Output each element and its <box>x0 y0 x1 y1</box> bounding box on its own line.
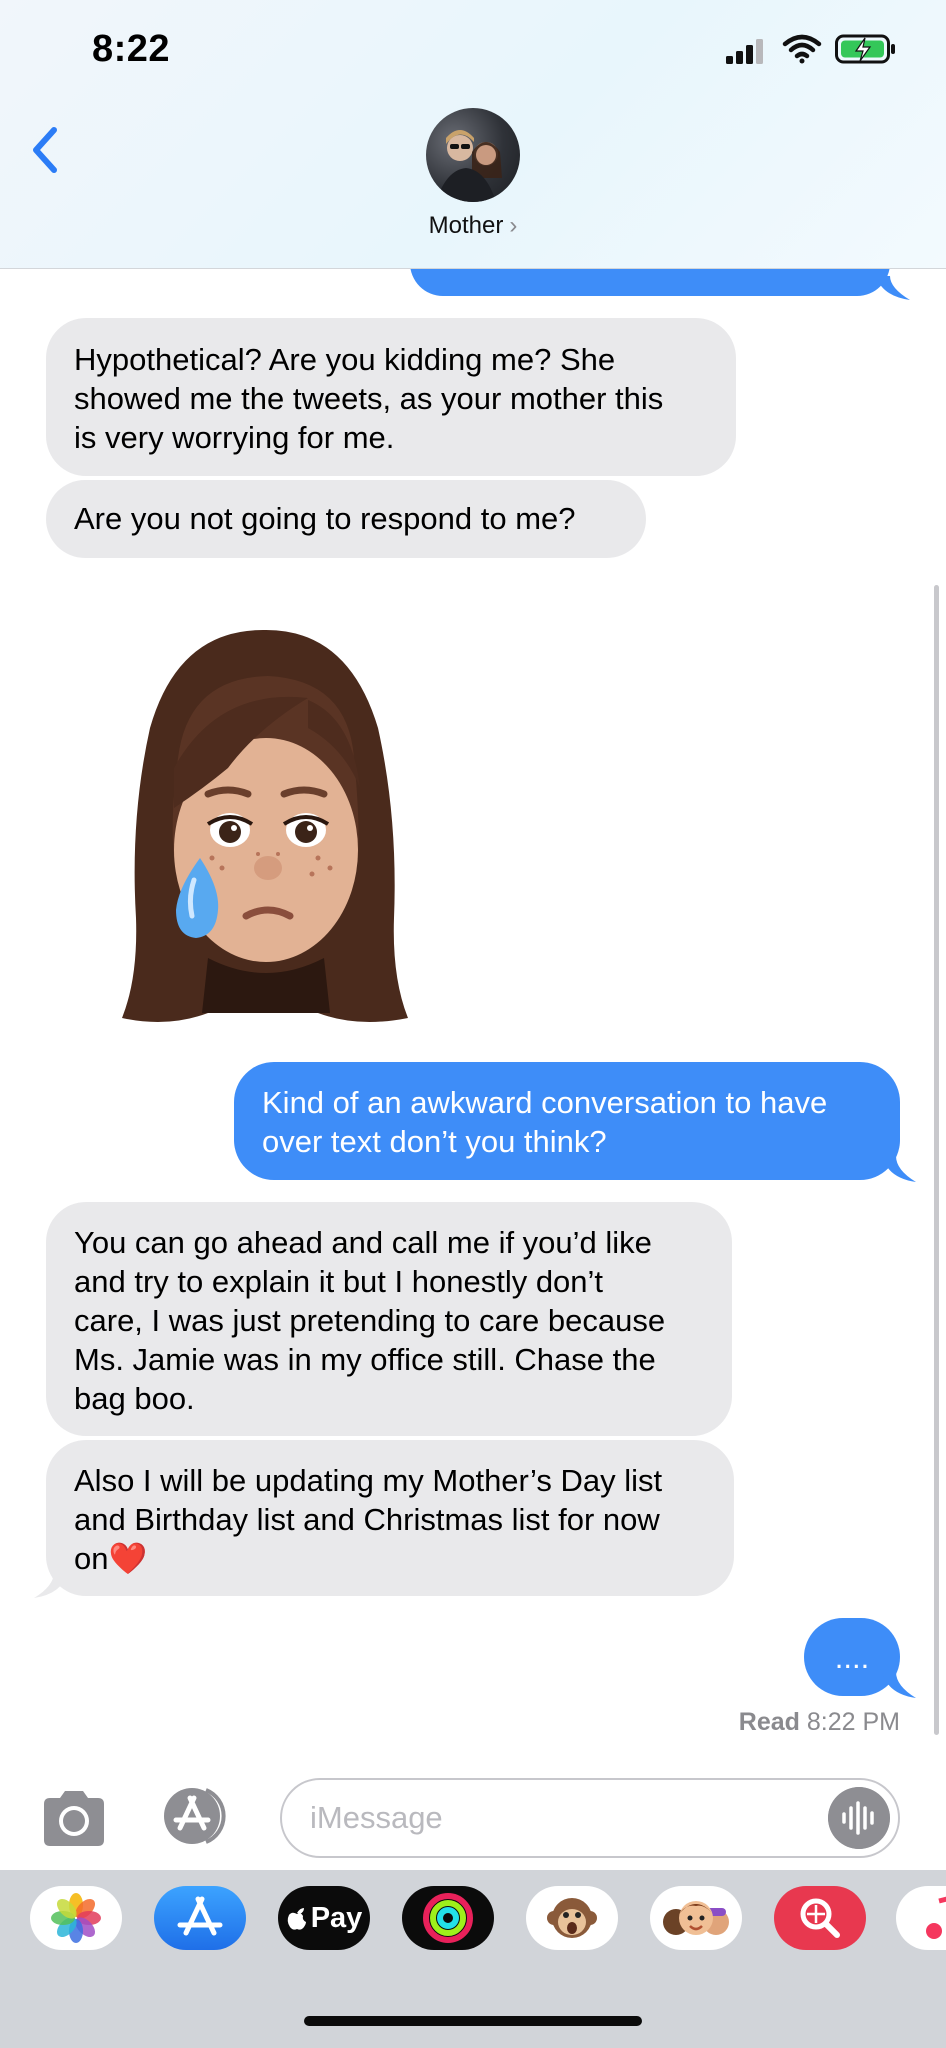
contact-name: Mother <box>428 212 504 239</box>
bubble-tail <box>882 1672 916 1698</box>
photos-app-icon[interactable] <box>30 1886 122 1950</box>
camera-icon[interactable] <box>38 1788 110 1848</box>
chevron-left-icon[interactable] <box>26 120 66 180</box>
apple-pay-label: Pay <box>310 1901 363 1934</box>
bubble-tail <box>882 1156 916 1182</box>
message-bubble-outgoing[interactable]: Kind of an awkward conversation to have … <box>234 1062 900 1180</box>
web-search-app-icon[interactable] <box>774 1886 866 1950</box>
bubble-tail <box>34 1572 68 1598</box>
chevron-right-icon: › <box>509 212 518 239</box>
heart-emoji: ❤️ <box>108 1541 148 1576</box>
message-input[interactable]: iMessage <box>280 1778 900 1858</box>
battery-charging-icon <box>835 34 895 64</box>
contact-name-button[interactable]: Mother › <box>0 212 946 240</box>
message-text: Hypothetical? Are you kidding me? She sh… <box>74 342 664 455</box>
message-text: Kind of an awkward conversation to have … <box>262 1085 828 1159</box>
crying-memoji-sticker[interactable] <box>108 618 418 1038</box>
message-text: Also I will be updating my Mother’s Day … <box>74 1463 663 1576</box>
imessage-app-drawer: Pay <box>0 1870 946 2048</box>
apple-pay-app-icon[interactable]: Pay <box>278 1886 370 1950</box>
audio-waveform-icon[interactable] <box>828 1787 890 1849</box>
home-indicator[interactable] <box>304 2016 642 2026</box>
status-time: 8:22 <box>92 28 171 70</box>
cellular-signal-icon <box>726 39 763 64</box>
app-store-icon[interactable] <box>158 1786 242 1846</box>
message-text: .... <box>834 1640 870 1675</box>
message-composer: iMessage <box>0 1770 946 1870</box>
apple-logo-icon <box>287 1908 306 1930</box>
scrollbar[interactable] <box>934 585 939 1735</box>
wifi-icon <box>782 34 822 64</box>
memoji-app-icon[interactable] <box>650 1886 742 1950</box>
conversation: Hypothetical? Are you kidding me? She sh… <box>0 0 946 2048</box>
message-bubble-incoming[interactable]: Hypothetical? Are you kidding me? She sh… <box>46 318 736 476</box>
read-receipt-time: 8:22 PM <box>806 1708 900 1736</box>
status-bar: 8:22 <box>0 0 946 100</box>
message-bubble-incoming[interactable]: You can go ahead and call me if you’d li… <box>46 1202 732 1436</box>
bubble-tail <box>876 276 910 300</box>
read-receipt-label: Read <box>738 1708 800 1736</box>
contact-avatar[interactable] <box>426 108 520 202</box>
read-receipt: Read 8:22 PM <box>739 1708 900 1737</box>
message-bubble-incoming[interactable]: Also I will be updating my Mother’s Day … <box>46 1440 734 1596</box>
message-text: You can go ahead and call me if you’d li… <box>74 1225 666 1416</box>
activity-app-icon[interactable] <box>402 1886 494 1950</box>
app-store-app-icon[interactable] <box>154 1886 246 1950</box>
message-text: Are you not going to respond to me? <box>74 501 576 536</box>
music-app-icon[interactable] <box>896 1886 946 1950</box>
message-bubble-incoming[interactable]: Are you not going to respond to me? <box>46 480 646 558</box>
message-input-placeholder: iMessage <box>310 1800 443 1835</box>
animoji-monkey-app-icon[interactable] <box>526 1886 618 1950</box>
